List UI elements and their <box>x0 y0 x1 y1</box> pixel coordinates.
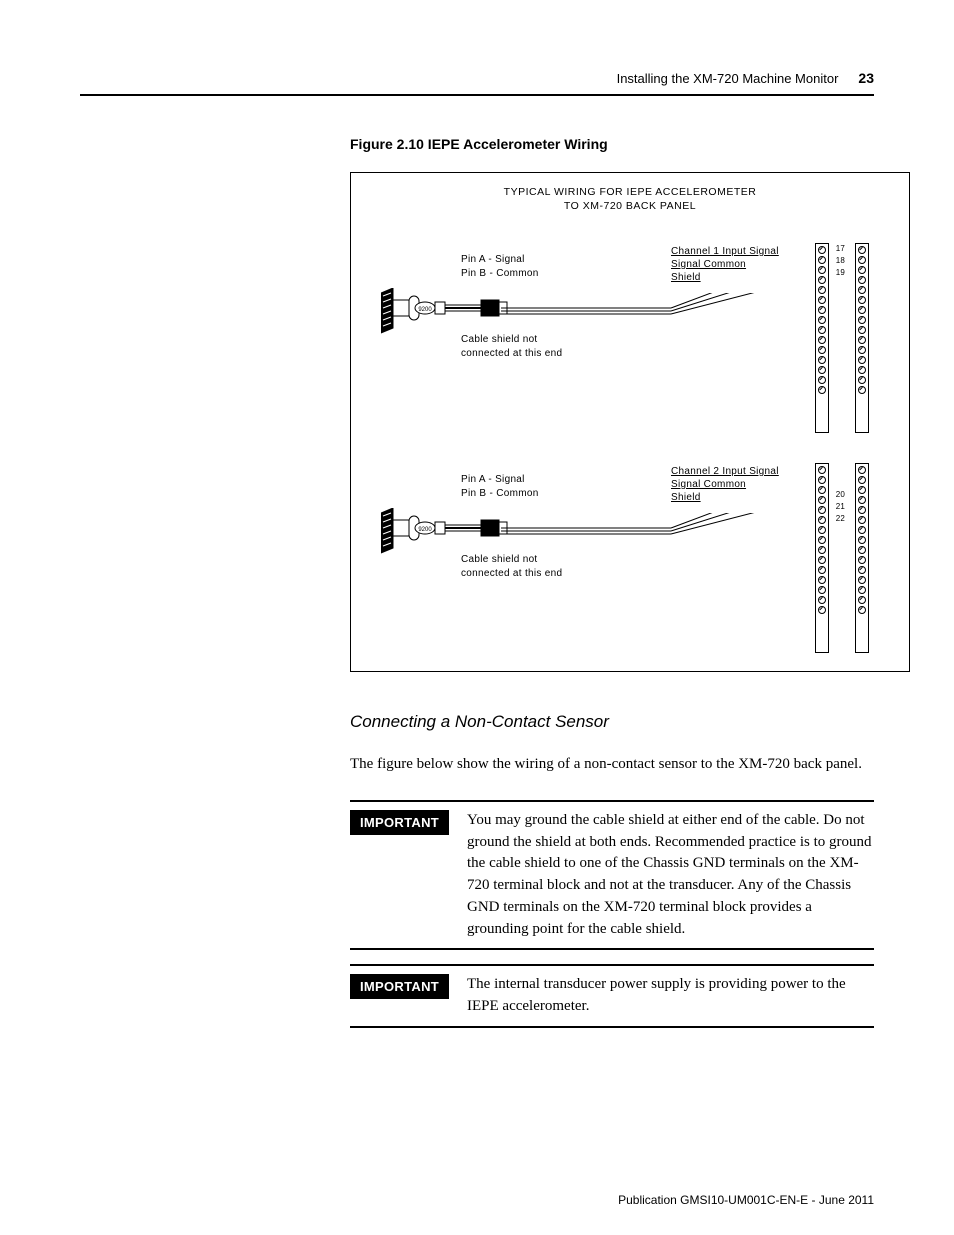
ch1-input-signal-label: Channel 1 Input Signal <box>671 245 779 258</box>
page-header: Installing the XM-720 Machine Monitor 23 <box>80 70 874 96</box>
shield-note-l2: connected at this end <box>461 567 562 581</box>
important-callout-2: IMPORTANT The internal transducer power … <box>350 964 874 1028</box>
ch2-input-signal-label: Channel 2 Input Signal <box>671 465 779 478</box>
ch1-shield-label: Shield <box>671 271 779 284</box>
svg-text:9200: 9200 <box>418 307 432 313</box>
accelerometer-icon: 9200 <box>381 508 511 558</box>
pin-a-label: Pin A - Signal <box>461 253 539 267</box>
important-message-2: The internal transducer power supply is … <box>467 974 874 1018</box>
page-number: 23 <box>858 70 874 86</box>
diagram-title-line2: TO XM-720 BACK PANEL <box>351 199 909 213</box>
important-tag: IMPORTANT <box>350 810 449 835</box>
diagram-title-line1: TYPICAL WIRING FOR IEPE ACCELEROMETER <box>351 185 909 199</box>
ch1-wires-icon <box>501 293 801 333</box>
important-callout-1: IMPORTANT You may ground the cable shiel… <box>350 800 874 951</box>
figure-caption: Figure 2.10 IEPE Accelerometer Wiring <box>350 136 874 152</box>
pin-b-label: Pin B - Common <box>461 487 539 501</box>
accelerometer-icon: 9200 <box>381 288 511 338</box>
terminal-18: 18 <box>836 255 845 267</box>
wiring-diagram: TYPICAL WIRING FOR IEPE ACCELEROMETER TO… <box>350 172 910 672</box>
ch1-signal-common-label: Signal Common <box>671 258 779 271</box>
pin-a-label: Pin A - Signal <box>461 473 539 487</box>
ch2-shield-label: Shield <box>671 491 779 504</box>
ch1-terminal-numbers: 17 18 19 <box>836 243 845 279</box>
ch2-signal-labels: Channel 2 Input Signal Signal Common Shi… <box>671 465 779 504</box>
ch1-pin-labels: Pin A - Signal Pin B - Common <box>461 253 539 280</box>
header-section: Installing the XM-720 Machine Monitor <box>617 71 839 86</box>
ch2-pin-labels: Pin A - Signal Pin B - Common <box>461 473 539 500</box>
important-tag: IMPORTANT <box>350 974 449 999</box>
terminal-22: 22 <box>836 513 845 525</box>
body-paragraph: The figure below show the wiring of a no… <box>350 754 874 776</box>
ch2-terminal-strip-left <box>815 463 829 653</box>
svg-text:9200: 9200 <box>418 527 432 533</box>
ch1-signal-labels: Channel 1 Input Signal Signal Common Shi… <box>671 245 779 284</box>
terminal-19: 19 <box>836 267 845 279</box>
ch1-terminal-strip-left <box>815 243 829 433</box>
ch2-wires-icon <box>501 513 801 553</box>
terminal-17: 17 <box>836 243 845 255</box>
ch2-terminal-numbers: 20 21 22 <box>836 489 845 525</box>
page-footer: Publication GMSI10-UM001C-EN-E - June 20… <box>618 1193 874 1207</box>
pin-b-label: Pin B - Common <box>461 267 539 281</box>
terminal-21: 21 <box>836 501 845 513</box>
subheading: Connecting a Non-Contact Sensor <box>350 712 874 732</box>
ch1-terminal-strip-right <box>855 243 869 433</box>
channel-2-block: Pin A - Signal Pin B - Common Channel 2 … <box>371 473 889 673</box>
important-message-1: You may ground the cable shield at eithe… <box>467 810 874 941</box>
ch2-terminal-strip-right <box>855 463 869 653</box>
channel-1-block: Pin A - Signal Pin B - Common Channel 1 … <box>371 253 889 453</box>
ch2-signal-common-label: Signal Common <box>671 478 779 491</box>
terminal-20: 20 <box>836 489 845 501</box>
shield-note-l2: connected at this end <box>461 347 562 361</box>
diagram-title: TYPICAL WIRING FOR IEPE ACCELEROMETER TO… <box>351 185 909 213</box>
